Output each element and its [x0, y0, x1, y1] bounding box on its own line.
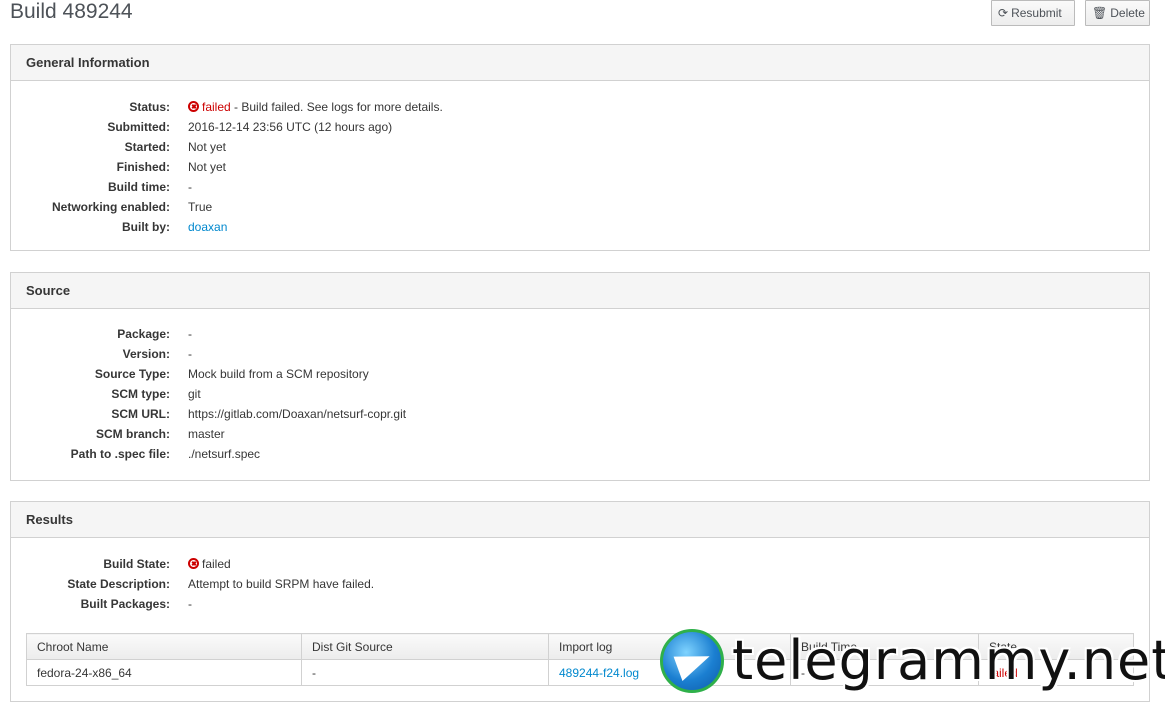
- resubmit-button[interactable]: ⟳ Resubmit: [991, 0, 1075, 26]
- delete-label: Delete: [1110, 6, 1145, 20]
- build-state-value: failed: [202, 557, 231, 571]
- build-state-row: Build State: failed: [11, 554, 1149, 574]
- scm-branch-value: master: [188, 427, 225, 441]
- build-time-label: Build time:: [108, 180, 170, 194]
- refresh-icon: ⟳: [998, 6, 1009, 20]
- scm-type-row: SCM type: git: [11, 384, 1149, 404]
- networking-value: True: [188, 200, 213, 214]
- delete-button[interactable]: 🗑 Delete: [1085, 0, 1150, 26]
- build-time-row: Build time: -: [11, 177, 1149, 197]
- source-type-value: Mock build from a SCM repository: [188, 367, 369, 381]
- source-type-label: Source Type:: [94, 367, 170, 381]
- version-value: -: [188, 347, 192, 361]
- finished-value: Not yet: [188, 160, 227, 174]
- trash-icon: 🗑: [1092, 6, 1108, 20]
- resubmit-label: Resubmit: [1011, 6, 1062, 20]
- column-chroot-name[interactable]: Chroot Name: [26, 633, 302, 660]
- scm-url-row: SCM URL: https://gitlab.com/Doaxan/netsu…: [11, 404, 1149, 424]
- results-heading: Results: [11, 502, 1149, 538]
- source-type-row: Source Type: Mock build from a SCM repos…: [11, 364, 1149, 384]
- submitted-value: 2016-12-14 23:56 UTC (12 hours ago): [188, 120, 393, 134]
- status-label: Status:: [129, 100, 170, 114]
- built-packages-row: Built Packages: -: [11, 594, 1149, 614]
- built-packages-value: -: [188, 597, 192, 611]
- finished-row: Finished: Not yet: [11, 157, 1149, 177]
- started-row: Started: Not yet: [11, 137, 1149, 157]
- scm-type-value: git: [188, 387, 201, 401]
- watermark: telegrammy.net: [660, 628, 1165, 694]
- networking-row: Networking enabled: True: [11, 197, 1149, 217]
- built-by-label: Built by:: [122, 220, 170, 234]
- version-label: Version:: [122, 347, 170, 361]
- page-title: Build 489244: [10, 0, 133, 23]
- scm-branch-label: SCM branch:: [95, 427, 170, 441]
- chroot-name-cell: fedora-24-x86_64: [26, 659, 302, 686]
- source-panel: Source Package: - Version: - Source Type…: [10, 272, 1150, 481]
- general-information-heading: General Information: [11, 45, 1149, 81]
- general-information-panel: General Information Status: failed - Bui…: [10, 44, 1150, 251]
- built-packages-label: Built Packages:: [80, 597, 170, 611]
- built-by-user-link[interactable]: doaxan: [188, 220, 227, 234]
- state-description-value: Attempt to build SRPM have failed.: [188, 577, 375, 591]
- spec-path-row: Path to .spec file: ./netsurf.spec: [11, 444, 1149, 464]
- watermark-text: telegrammy.net: [732, 629, 1165, 692]
- build-state-label: Build State:: [103, 557, 170, 571]
- spec-path-value: ./netsurf.spec: [188, 447, 261, 461]
- started-label: Started:: [124, 140, 170, 154]
- failed-icon: [188, 101, 199, 112]
- scm-url-label: SCM URL:: [111, 407, 170, 421]
- started-value: Not yet: [188, 140, 227, 154]
- package-label: Package:: [117, 327, 170, 341]
- failed-icon: [188, 558, 199, 569]
- scm-type-label: SCM type:: [111, 387, 170, 401]
- status-row: Status: failed - Build failed. See logs …: [11, 97, 1149, 117]
- built-by-row: Built by: doaxan: [11, 217, 1149, 237]
- package-value: -: [188, 327, 192, 341]
- submitted-label: Submitted:: [107, 120, 170, 134]
- package-row: Package: -: [11, 324, 1149, 344]
- submitted-row: Submitted: 2016-12-14 23:56 UTC (12 hour…: [11, 117, 1149, 137]
- import-log-link[interactable]: 489244-f24.log: [559, 666, 639, 680]
- scm-branch-row: SCM branch: master: [11, 424, 1149, 444]
- telegram-logo-icon: [660, 629, 724, 693]
- source-heading: Source: [11, 273, 1149, 309]
- state-description-row: State Description: Attempt to build SRPM…: [11, 574, 1149, 594]
- build-time-value: -: [188, 180, 192, 194]
- scm-url-value: https://gitlab.com/Doaxan/netsurf-copr.g…: [188, 407, 407, 421]
- version-row: Version: -: [11, 344, 1149, 364]
- status-badge: failed: [202, 100, 231, 114]
- networking-label: Networking enabled:: [51, 200, 170, 214]
- finished-label: Finished:: [116, 160, 170, 174]
- status-description: - Build failed. See logs for more detail…: [230, 100, 443, 114]
- column-dist-git-source[interactable]: Dist Git Source: [301, 633, 549, 660]
- state-description-label: State Description:: [67, 577, 170, 591]
- dist-git-cell: -: [301, 659, 549, 686]
- spec-path-label: Path to .spec file:: [70, 447, 170, 461]
